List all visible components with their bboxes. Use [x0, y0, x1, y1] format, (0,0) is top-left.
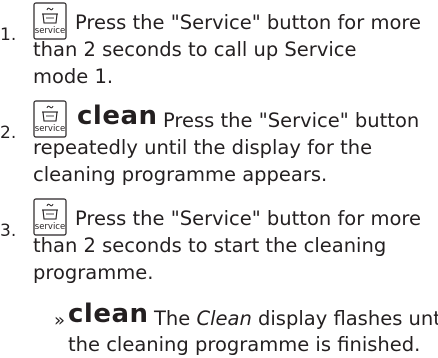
- result-text-after: display flashes until: [251, 307, 438, 330]
- step-1: 1. service Press the "Service" button fo…: [0, 0, 438, 104]
- step-3-line-1: Press the "Service" button for more: [75, 207, 421, 230]
- step-3-line-3: programme.: [33, 261, 154, 284]
- service-icon-label: service: [34, 124, 66, 134]
- service-icon-label: service: [34, 26, 66, 36]
- result-marker: »: [54, 310, 66, 331]
- step-number: 1.: [0, 25, 17, 45]
- clean-display-keyword: clean: [68, 299, 149, 329]
- service-button-icon: service: [33, 100, 67, 138]
- step-2-line-1: Press the "Service" button: [163, 109, 420, 132]
- result-line-2: the cleaning programme is finished.: [68, 333, 421, 356]
- step-2: 2. service clean Press the "Service" but…: [0, 98, 438, 202]
- step-number: 2.: [0, 123, 17, 143]
- step-2-line-3: cleaning programme appears.: [33, 163, 328, 186]
- step-1-line-2: than 2 seconds to call up Service: [33, 38, 357, 61]
- step-3: 3. service Press the "Service" button fo…: [0, 196, 438, 300]
- result: » clean The Clean display flashes until …: [0, 300, 438, 357]
- step-2-line-2: repeatedly until the display for the: [33, 136, 373, 159]
- result-text-before: The: [154, 307, 197, 330]
- result-line-1: The Clean display flashes until: [154, 305, 438, 332]
- result-italic-word: Clean: [196, 307, 252, 330]
- step-1-line-3: mode 1.: [33, 65, 114, 88]
- service-icon-label: service: [34, 222, 66, 232]
- step-number: 3.: [0, 221, 17, 241]
- clean-display-keyword: clean: [77, 101, 158, 131]
- step-1-line-1: Press the "Service" button for more: [75, 11, 421, 34]
- service-button-icon: service: [33, 198, 67, 236]
- step-3-line-2: than 2 seconds to start the cleaning: [33, 234, 387, 257]
- service-button-icon: service: [33, 2, 67, 40]
